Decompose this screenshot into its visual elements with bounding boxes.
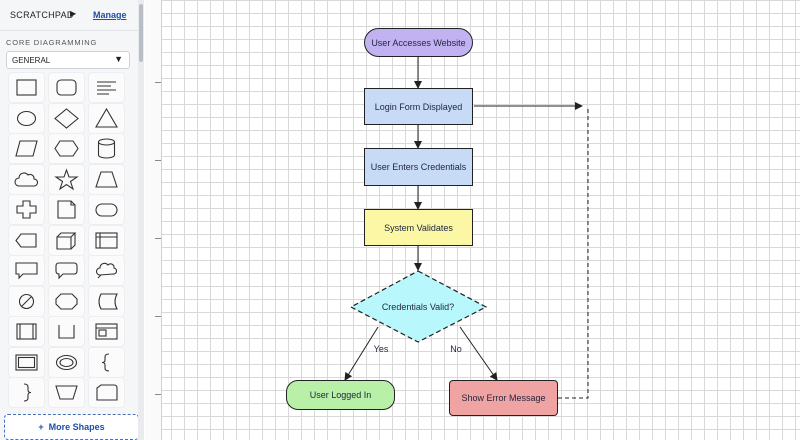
shape-callout-rect-icon[interactable]	[8, 255, 45, 286]
shape-triangle-icon[interactable]	[88, 102, 125, 134]
shape-text-block-icon[interactable]	[88, 72, 125, 103]
expand-arrow-icon[interactable]: ▶	[70, 9, 76, 18]
shape-rounded-rectangle-icon[interactable]	[48, 72, 85, 103]
logged-in-node-label: User Logged In	[309, 390, 372, 400]
shape-sidebar: SCRATCHPAD ▶ Manage CORE DIAGRAMMING GEN…	[0, 0, 141, 440]
scratchpad-label: SCRATCHPAD	[10, 10, 74, 20]
shape-ellipse-icon[interactable]	[8, 102, 45, 134]
enter-credentials-node[interactable]: User Enters Credentials	[364, 148, 473, 186]
scratchpad-header[interactable]: SCRATCHPAD ▶ Manage	[0, 0, 140, 31]
shape-double-ellipse-icon[interactable]	[48, 346, 85, 378]
validate-node[interactable]: System Validates	[364, 209, 473, 246]
error-message-node-label: Show Error Message	[461, 393, 546, 403]
shape-cylinder-icon[interactable]	[88, 133, 125, 164]
decision-node-label: Credentials Valid?	[382, 302, 454, 312]
shape-prohibited-icon[interactable]	[8, 285, 45, 317]
shape-category-select[interactable]: GENERAL ▼	[6, 51, 130, 69]
shape-delay-icon[interactable]	[88, 377, 125, 408]
logged-in-node[interactable]: User Logged In	[286, 380, 395, 410]
shape-star-icon[interactable]	[48, 163, 85, 195]
shape-callout-rounded-icon[interactable]	[48, 255, 85, 286]
shape-cube-icon[interactable]	[48, 224, 85, 256]
validate-node-label: System Validates	[384, 222, 453, 233]
scrollbar-thumb[interactable]	[139, 4, 143, 62]
shape-trapezoid-icon[interactable]	[88, 163, 125, 195]
shape-curly-brace-right-icon[interactable]	[8, 377, 45, 408]
edge-error-login-loop[interactable]	[558, 106, 589, 399]
plus-icon: +	[38, 422, 44, 432]
shape-hexagon-icon[interactable]	[48, 133, 85, 164]
shape-window-icon[interactable]	[88, 316, 125, 347]
chevron-down-icon: ▼	[114, 54, 123, 64]
login-form-node-label: Login Form Displayed	[374, 101, 463, 112]
shape-stored-data-icon[interactable]	[88, 285, 125, 317]
shape-manual-operation-icon[interactable]	[48, 377, 85, 408]
shape-process-hex-icon[interactable]	[48, 285, 85, 317]
more-shapes-label: More Shapes	[48, 422, 105, 432]
shape-parallelogram-icon[interactable]	[8, 133, 45, 164]
category-value: GENERAL	[12, 56, 51, 65]
shape-stadium-icon[interactable]	[88, 194, 125, 225]
shape-cloud-icon[interactable]	[8, 163, 45, 195]
edge-label-no: No	[450, 344, 462, 354]
shape-display-icon[interactable]	[8, 224, 45, 256]
start-node-label: User Accesses Website	[371, 37, 466, 48]
login-form-node[interactable]: Login Form Displayed	[364, 88, 473, 125]
shape-callout-cloud-icon[interactable]	[88, 255, 125, 286]
section-heading: CORE DIAGRAMMING	[6, 38, 98, 47]
shape-note-icon[interactable]	[48, 194, 85, 225]
shape-cross-icon[interactable]	[8, 194, 45, 225]
shape-rectangle-icon[interactable]	[8, 72, 45, 103]
more-shapes-button[interactable]: + More Shapes	[4, 414, 139, 440]
shape-bracket-open-icon[interactable]	[48, 316, 85, 347]
edge-decision-error[interactable]	[459, 326, 498, 381]
shape-diamond-icon[interactable]	[48, 102, 85, 134]
error-message-node[interactable]: Show Error Message	[449, 380, 558, 416]
shape-curly-brace-left-icon[interactable]	[88, 346, 125, 378]
sidebar-scrollbar[interactable]	[138, 0, 144, 440]
start-node[interactable]: User Accesses Website	[364, 28, 473, 57]
enter-credentials-node-label: User Enters Credentials	[370, 162, 467, 172]
shape-internal-storage-icon[interactable]	[88, 224, 125, 256]
edge-label-yes: Yes	[374, 344, 389, 354]
shape-double-rect-icon[interactable]	[8, 346, 45, 378]
shape-subprocess-icon[interactable]	[8, 316, 45, 347]
manage-link[interactable]: Manage	[93, 10, 127, 20]
